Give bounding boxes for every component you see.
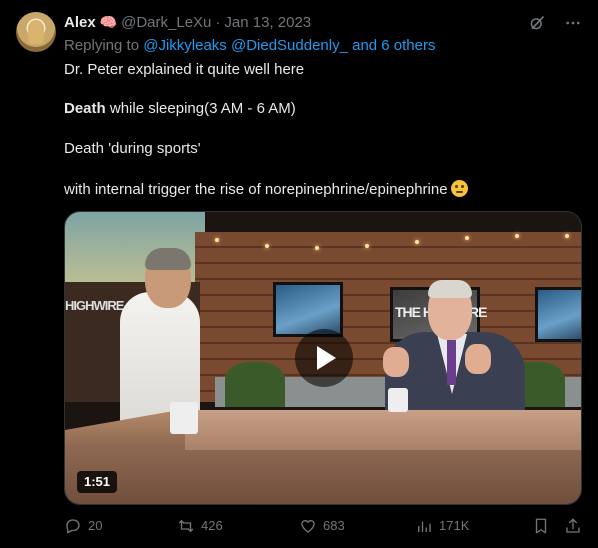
like-button[interactable]: 683 [299,515,345,537]
views-icon [418,521,431,532]
reply-count: 20 [88,518,103,533]
like-count: 683 [323,518,345,533]
tweet-line-2: Death while sleeping(3 AM - 6 AM) [64,100,296,117]
guest-hand [465,344,491,374]
more-icon[interactable] [564,14,582,32]
views-button[interactable]: 171K [415,515,469,537]
like-icon [301,520,315,533]
header-separator: · [215,13,221,31]
repost-icon [178,519,194,533]
grok-icon[interactable] [528,14,546,32]
reply-icon [66,519,80,534]
mug [388,388,408,412]
play-button[interactable] [295,329,353,387]
bold-death: Death [64,100,106,117]
share-icon [566,518,580,533]
tweet-line-4: with internal trigger the rise of norepi… [64,180,468,198]
author-handle[interactable]: @Dark_LeXu [121,14,211,31]
reply-prefix: Replying to [64,37,140,54]
author-name[interactable]: Alex [64,14,96,31]
mug [170,402,198,434]
video-duration-badge: 1:51 [77,471,118,493]
studio-screen-3 [535,287,581,342]
tweet-header: Alex 🧠 @Dark_LeXu · Jan 13, 2023 [64,12,586,32]
highwire-logo-left: HIGHWIRE [65,298,124,313]
tweet-line-2-rest: while sleeping(3 AM - 6 AM) [109,100,296,117]
author-emoji: 🧠 [99,13,118,30]
host-hair [145,248,191,270]
studio-table-top [185,410,581,450]
share-button[interactable] [564,515,588,537]
thinking-emoji-icon [450,180,468,197]
plant [225,362,285,407]
reply-context: Replying to @Jikkyleaks @DiedSuddenly_ a… [64,37,436,54]
video-player[interactable]: HIGHWIRE THE HIGHWIRE 1:51 [64,211,582,505]
guest-tie [447,340,456,385]
tweet-line-1: Dr. Peter explained it quite well here [64,61,305,78]
guest-hand [383,347,409,377]
bookmark-icon [535,518,547,534]
repost-button[interactable]: 426 [177,515,223,537]
guest-hair [428,280,472,298]
tweet-line-4-text: with internal trigger the rise of norepi… [64,181,448,198]
action-bar: 20 426 683 171K [64,515,590,537]
tweet-date[interactable]: Jan 13, 2023 [224,14,311,31]
repost-count: 426 [201,518,223,533]
tweet-line-3: Death 'during sports' [64,140,201,157]
views-count: 171K [439,518,470,533]
string-lights [195,226,581,256]
bookmark-button[interactable] [532,515,556,537]
reply-mentions-link[interactable]: @Jikkyleaks @DiedSuddenly_ and 6 others [143,37,435,54]
avatar[interactable] [16,12,56,52]
reply-button[interactable]: 20 [64,515,102,537]
studio-screen-1 [273,282,343,337]
